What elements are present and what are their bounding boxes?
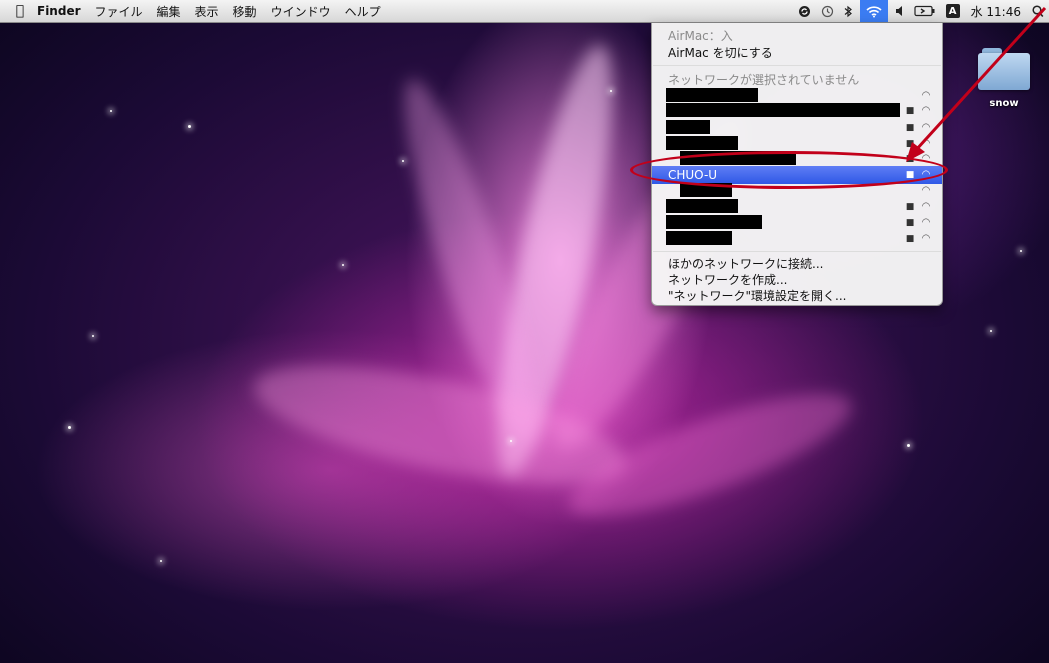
menu-window[interactable]: ウインドウ (264, 3, 338, 20)
wifi-signal-icon: ◠ (921, 200, 931, 212)
redacted-network-name (666, 120, 710, 134)
menu-view[interactable]: 表示 (188, 3, 226, 20)
wifi-signal-icon: ◠ (921, 232, 931, 244)
desktop-icon-label: snow (989, 98, 1019, 109)
network-item-redacted[interactable]: ■ ◠ (652, 214, 942, 231)
wifi-signal-icon: ◠ (921, 137, 931, 149)
connect-other-network[interactable]: ほかのネットワークに接続... (652, 255, 942, 272)
redacted-network-name (666, 88, 758, 102)
menu-app-finder[interactable]: Finder (30, 4, 88, 18)
wifi-icon[interactable] (859, 0, 888, 22)
lock-icon: ■ (905, 201, 915, 212)
create-network[interactable]: ネットワークを作成... (652, 271, 942, 288)
sync-icon[interactable] (798, 5, 811, 18)
apple-logo-icon[interactable]:  (10, 3, 30, 19)
menu-edit[interactable]: 編集 (150, 3, 188, 20)
spotlight-icon[interactable] (1032, 4, 1044, 18)
wifi-signal-icon: ◠ (921, 184, 931, 196)
wifi-signal-icon: ◠ (921, 121, 931, 133)
menu-go[interactable]: 移動 (226, 3, 264, 20)
redacted-network-name (666, 199, 738, 213)
desktop-folder-snow[interactable]: snow (974, 48, 1034, 120)
lock-icon: ■ (905, 138, 915, 149)
wifi-signal-icon: ◠ (921, 89, 931, 101)
menu-separator (653, 65, 941, 66)
redacted-network-name (666, 136, 738, 150)
lock-icon: ■ (905, 122, 915, 133)
no-network-selected: ネットワークが選択されていません (668, 73, 860, 87)
time-machine-icon[interactable] (821, 5, 834, 18)
menubar-clock[interactable]: 水 11:46 (971, 3, 1021, 20)
airmac-toggle-item[interactable]: AirMac を切にする (652, 44, 942, 61)
airmac-status: AirMac：入 (668, 29, 733, 43)
volume-icon[interactable] (895, 5, 904, 17)
menu-separator (653, 251, 941, 252)
wifi-signal-icon: ◠ (921, 104, 931, 116)
redacted-network-name (666, 231, 732, 245)
lock-icon: ■ (905, 233, 915, 244)
menu-help[interactable]: ヘルプ (338, 3, 388, 20)
network-item-redacted[interactable]: ■ ◠ (652, 230, 942, 247)
status-menus: A 水 11:46 (793, 0, 1049, 22)
folder-icon (978, 48, 1030, 90)
input-method-label: A (945, 4, 960, 18)
bluetooth-icon[interactable] (844, 5, 853, 18)
redacted-network-name (666, 103, 900, 117)
network-item-redacted[interactable]: ■ ◠ (652, 198, 942, 215)
highlight-ellipse (630, 151, 948, 189)
network-item-redacted[interactable]: ■ ◠ (652, 102, 942, 119)
wifi-signal-icon: ◠ (921, 216, 931, 228)
menu-bar:  Finder ファイル 編集 表示 移動 ウインドウ ヘルプ A 水 11:… (0, 0, 1049, 23)
input-method-icon[interactable]: A (945, 4, 960, 18)
network-item-redacted[interactable]: ■ ◠ (652, 119, 942, 136)
open-network-preferences[interactable]: "ネットワーク"環境設定を開く... (652, 287, 942, 304)
lock-icon: ■ (905, 217, 915, 228)
menu-file[interactable]: ファイル (88, 3, 150, 20)
lock-icon: ■ (905, 105, 915, 116)
redacted-network-name (666, 215, 762, 229)
battery-icon[interactable] (913, 5, 936, 17)
